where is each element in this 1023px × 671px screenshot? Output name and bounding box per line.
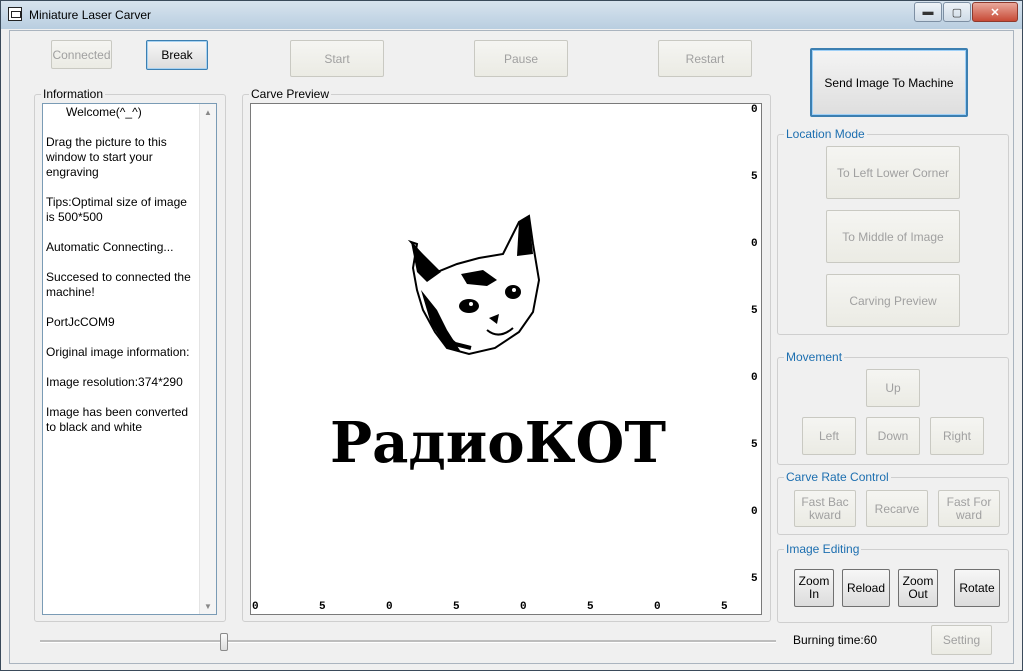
burn-slider[interactable] (40, 633, 776, 651)
middle-of-image-button[interactable]: To Middle of Image (826, 210, 960, 263)
up-button[interactable]: Up (866, 369, 920, 407)
fast-forward-button[interactable]: Fast For ward (938, 490, 1000, 527)
minimize-button[interactable]: ▬ (914, 2, 942, 22)
connected-button[interactable]: Connected (51, 40, 112, 69)
carve-rate-group: Carve Rate Control Fast Bac kward Recarv… (777, 470, 1009, 535)
right-tick-label: 0 (751, 506, 758, 518)
right-tick-label: 0 (751, 104, 758, 116)
bottom-tick-label: 0 (386, 601, 393, 613)
information-line (46, 300, 198, 315)
window-title: Miniature Laser Carver (29, 8, 152, 22)
information-scrollbar[interactable]: ▲ ▼ (199, 104, 216, 614)
bottom-tick-label: 5 (319, 601, 326, 613)
information-line: Succesed to connected the machine! (46, 270, 195, 299)
information-label: Information (41, 87, 106, 101)
information-line (46, 390, 198, 405)
information-group: Information Welcome(^_^) Drag the picture… (34, 87, 226, 622)
information-line: Original image information: (46, 345, 190, 359)
client-area: Connected Break Start Pause Restart Send… (9, 30, 1014, 664)
information-line: Welcome(^_^) (46, 105, 142, 119)
information-line (46, 360, 198, 375)
right-button[interactable]: Right (930, 417, 984, 455)
maximize-button[interactable]: ▢ (943, 2, 971, 22)
title-bar[interactable]: Miniature Laser Carver ▬ ▢ ✕ (1, 1, 1022, 29)
break-button[interactable]: Break (146, 40, 208, 70)
slider-track (40, 640, 776, 643)
information-line: Image has been converted to black and wh… (46, 405, 192, 434)
information-line (46, 330, 198, 345)
reload-button[interactable]: Reload (842, 569, 890, 607)
information-text: Welcome(^_^) Drag the picture to this win… (46, 105, 198, 435)
right-tick-label: 5 (751, 305, 758, 317)
bottom-tick-label: 5 (721, 601, 728, 613)
bottom-tick-label: 0 (654, 601, 661, 613)
carve-rate-label: Carve Rate Control (784, 470, 891, 484)
rotate-button[interactable]: Rotate (954, 569, 1000, 607)
carve-preview-canvas[interactable]: РадиоКОТ 0 5 0 5 0 5 0 5 0 5 0 5 0 5 0 5 (250, 103, 762, 615)
information-line: Tips:Optimal size of image is 500*500 (46, 195, 191, 224)
close-button[interactable]: ✕ (972, 2, 1018, 22)
zoom-out-button[interactable]: Zoom Out (898, 569, 938, 607)
right-tick-label: 5 (751, 439, 758, 451)
send-image-button[interactable]: Send Image To Machine (810, 48, 968, 117)
scroll-down-icon[interactable]: ▼ (200, 598, 216, 614)
information-line (46, 255, 198, 270)
left-button[interactable]: Left (802, 417, 856, 455)
image-editing-group: Image Editing Zoom In Reload Zoom Out Ro… (777, 542, 1009, 623)
information-line: Drag the picture to this window to start… (46, 135, 171, 179)
carve-preview-label: Carve Preview (249, 87, 332, 101)
right-tick-label: 5 (751, 171, 758, 183)
start-button[interactable]: Start (290, 40, 384, 77)
movement-group: Movement Up Left Down Right (777, 350, 1009, 465)
scroll-up-icon[interactable]: ▲ (200, 104, 216, 120)
slider-thumb[interactable] (220, 633, 228, 651)
preview-image: РадиоКОТ (330, 214, 666, 476)
information-textbox[interactable]: Welcome(^_^) Drag the picture to this win… (42, 103, 217, 615)
down-button[interactable]: Down (866, 417, 920, 455)
bottom-tick-label: 5 (453, 601, 460, 613)
carve-preview-group: Carve Preview РадиоКОТ 0 5 0 5 0 5 0 5 0… (242, 87, 771, 622)
restart-button[interactable]: Restart (658, 40, 752, 77)
information-line (46, 225, 198, 240)
preview-caption: РадиоКОТ (330, 410, 666, 476)
main-window: Miniature Laser Carver ▬ ▢ ✕ Connected B… (0, 0, 1023, 671)
bottom-tick-label: 0 (252, 601, 259, 613)
information-line (46, 180, 198, 195)
right-tick-label: 0 (751, 238, 758, 250)
information-line: PortJcCOM9 (46, 315, 115, 329)
zoom-in-button[interactable]: Zoom In (794, 569, 834, 607)
recarve-button[interactable]: Recarve (866, 490, 928, 527)
bottom-tick-label: 0 (520, 601, 527, 613)
information-line: Automatic Connecting... (46, 240, 174, 254)
right-tick-label: 5 (751, 573, 758, 585)
information-line: Image resolution:374*290 (46, 375, 183, 389)
bottom-tick-label: 5 (587, 601, 594, 613)
app-icon (8, 7, 22, 21)
information-line (46, 120, 198, 135)
right-tick-label: 0 (751, 372, 758, 384)
setting-button[interactable]: Setting (931, 625, 992, 655)
cat-head-icon (407, 214, 541, 356)
burning-time-text: Burning time:60 (793, 633, 878, 647)
movement-label: Movement (784, 350, 845, 364)
image-editing-label: Image Editing (784, 542, 862, 556)
left-lower-corner-button[interactable]: To Left Lower Corner (826, 146, 960, 199)
location-mode-group: Location Mode To Left Lower Corner To Mi… (777, 127, 1009, 335)
pause-button[interactable]: Pause (474, 40, 568, 77)
fast-backward-button[interactable]: Fast Bac kward (794, 490, 856, 527)
location-mode-label: Location Mode (784, 127, 867, 141)
carving-preview-button[interactable]: Carving Preview (826, 274, 960, 327)
